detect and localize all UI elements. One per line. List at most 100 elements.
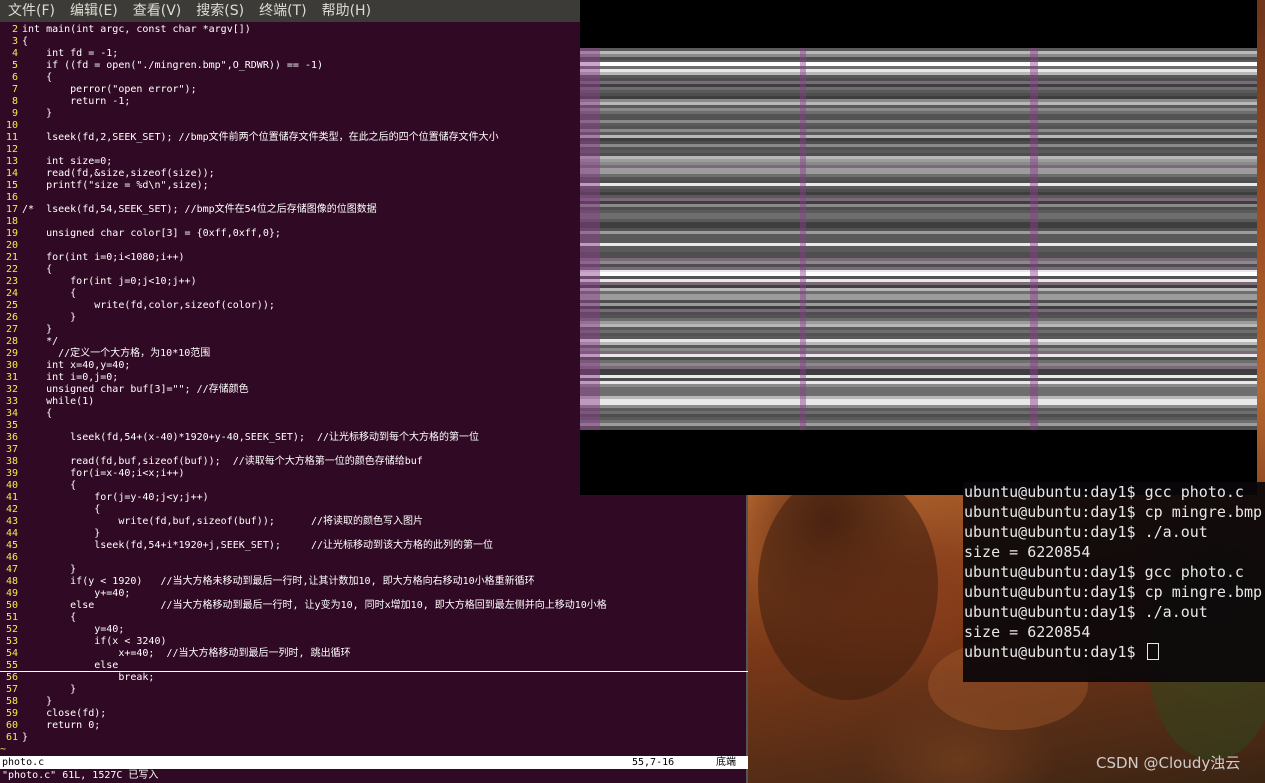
menu-item[interactable]: 编辑(E) [62,0,125,22]
line-number: 8 [11,96,18,107]
line-number: 25 [5,300,18,311]
menu-item[interactable]: 搜索(S) [188,0,251,22]
line-number: 20 [5,240,18,251]
terminal-prompt-line[interactable]: ubuntu@ubuntu:day1$ [963,642,1265,662]
line-number: 51 [5,612,18,623]
terminal-line: ubuntu@ubuntu:day1$ gcc photo.c [964,563,1244,581]
code-text: } [22,108,53,119]
code-text: close(fd); [22,708,107,719]
code-line[interactable]: 44 } [0,528,748,540]
image-stripe [580,429,1257,430]
code-line[interactable]: 42 { [0,504,748,516]
image-highlight-stripe [580,62,1257,66]
code-text: } [22,732,29,743]
code-line[interactable]: 54 x+=40; //当大方格移动到最后一列时, 跳出循环 [0,648,748,660]
code-text: while(1) [22,396,95,407]
line-number: 13 [5,156,18,167]
menu-item[interactable]: 帮助(H) [314,0,378,22]
line-number: 9 [11,108,18,119]
line-number: 34 [5,408,18,419]
terminal-prompt: ubuntu@ubuntu:day1$ [964,643,1145,661]
terminal-output: ubuntu@ubuntu:day1$ gcc photo.c ubuntu@ub… [963,482,1265,642]
line-number: 33 [5,396,18,407]
code-text: { [22,504,101,515]
line-number: 12 [5,144,18,155]
line-number: 52 [5,624,18,635]
code-line[interactable]: 56 break; [0,672,748,684]
code-line[interactable]: 45 lseek(fd,54+i*1920+j,SEEK_SET); //让光标… [0,540,748,552]
code-text: //定义一个大方格，为10*10范围 [22,348,211,359]
code-line[interactable]: 53 if(x < 3240) [0,636,748,648]
code-text: else [22,660,119,671]
line-number: 11 [5,132,18,143]
line-number: 27 [5,324,18,335]
code-line[interactable]: 48 if(y < 1920) //当大方格未移动到最后一行时,让其计数加10,… [0,576,748,588]
code-text: return 0; [22,720,101,731]
line-number: 24 [5,288,18,299]
tilde-marker: ~ [0,744,7,755]
menu-item[interactable]: 查看(V) [125,0,189,22]
terminal-menubar: 文件(F) 编辑(E) 查看(V) 搜索(S) 终端(T) 帮助(H) [0,0,580,22]
line-number: 3 [11,36,18,47]
code-text: { [22,408,53,419]
image-viewer-window[interactable] [580,0,1257,495]
line-number: 7 [11,84,18,95]
code-line[interactable]: 50 else //当大方格移动到最后一行时, 让y变为10, 同时x增加10,… [0,600,748,612]
line-number: 58 [5,696,18,707]
code-line[interactable]: 57 } [0,684,748,696]
empty-buffer-line: ~ [0,744,748,756]
image-purple-band [800,48,806,430]
line-number: 2 [11,24,18,35]
status-cursor-position: 55,7-16 [632,757,675,768]
line-number: 61 [5,732,18,743]
code-line[interactable]: 59 close(fd); [0,708,748,720]
menu-item[interactable]: 终端(T) [251,0,313,22]
code-line[interactable]: 43 write(fd,buf,sizeof(buf)); //将读取的颜色写入… [0,516,748,528]
code-text: } [22,528,101,539]
line-number: 5 [11,60,18,71]
code-line[interactable]: 55 else [0,660,748,672]
code-text: */ [22,336,59,347]
code-text: for(int j=0;j<10;j++) [22,276,197,287]
line-number: 48 [5,576,18,587]
code-text: int fd = -1; [22,48,119,59]
terminal-cursor [1146,643,1159,660]
code-text: for(i=x-40;i<x;i++) [22,468,185,479]
code-text: unsigned char color[3] = {0xff,0xff,0}; [22,228,281,239]
code-text: } [22,324,53,335]
code-line[interactable]: 61} [0,732,748,744]
vim-message-line: "photo.c" 61L, 1527C 已写入 [2,770,159,781]
code-line[interactable]: 46 [0,552,748,564]
code-text: { [22,36,29,47]
line-number: 49 [5,588,18,599]
code-text: { [22,264,53,275]
line-number: 29 [5,348,18,359]
line-number: 53 [5,636,18,647]
code-text: int i=0,j=0; [22,372,119,383]
code-text: if ((fd = open("./mingren.bmp",O_RDWR)) … [22,60,324,71]
vim-statusline: photo.c 55,7-16 底端 [0,756,748,769]
line-number: 41 [5,492,18,503]
shell-terminal-window[interactable]: ubuntu@ubuntu:day1$ gcc photo.c ubuntu@ub… [963,482,1265,682]
code-line[interactable]: 60 return 0; [0,720,748,732]
code-text: unsigned char buf[3]=""; //存储颜色 [22,384,249,395]
code-line[interactable]: 49 y+=40; [0,588,748,600]
code-text: } [22,696,53,707]
code-text: write(fd,color,sizeof(color)); [22,300,275,311]
code-text: } [22,564,77,575]
code-text: { [22,72,53,83]
terminal-line: size = 6220854 [964,543,1091,561]
code-line[interactable]: 58 } [0,696,748,708]
code-line[interactable]: 51 { [0,612,748,624]
code-text: { [22,480,77,491]
code-text: lseek(fd,54+i*1920+j,SEEK_SET); //让光标移动到… [22,540,494,551]
line-number: 14 [5,168,18,179]
line-number: 16 [5,192,18,203]
code-text: for(int i=0;i<1080;i++) [22,252,185,263]
menu-item[interactable]: 文件(F) [0,0,62,22]
code-line[interactable]: 47 } [0,564,748,576]
line-number: 4 [11,48,18,59]
code-line[interactable]: 52 y=40; [0,624,748,636]
terminal-line: ubuntu@ubuntu:day1$ ./a.out [964,523,1208,541]
code-text: write(fd,buf,sizeof(buf)); //将读取的颜色写入图片 [22,516,424,527]
